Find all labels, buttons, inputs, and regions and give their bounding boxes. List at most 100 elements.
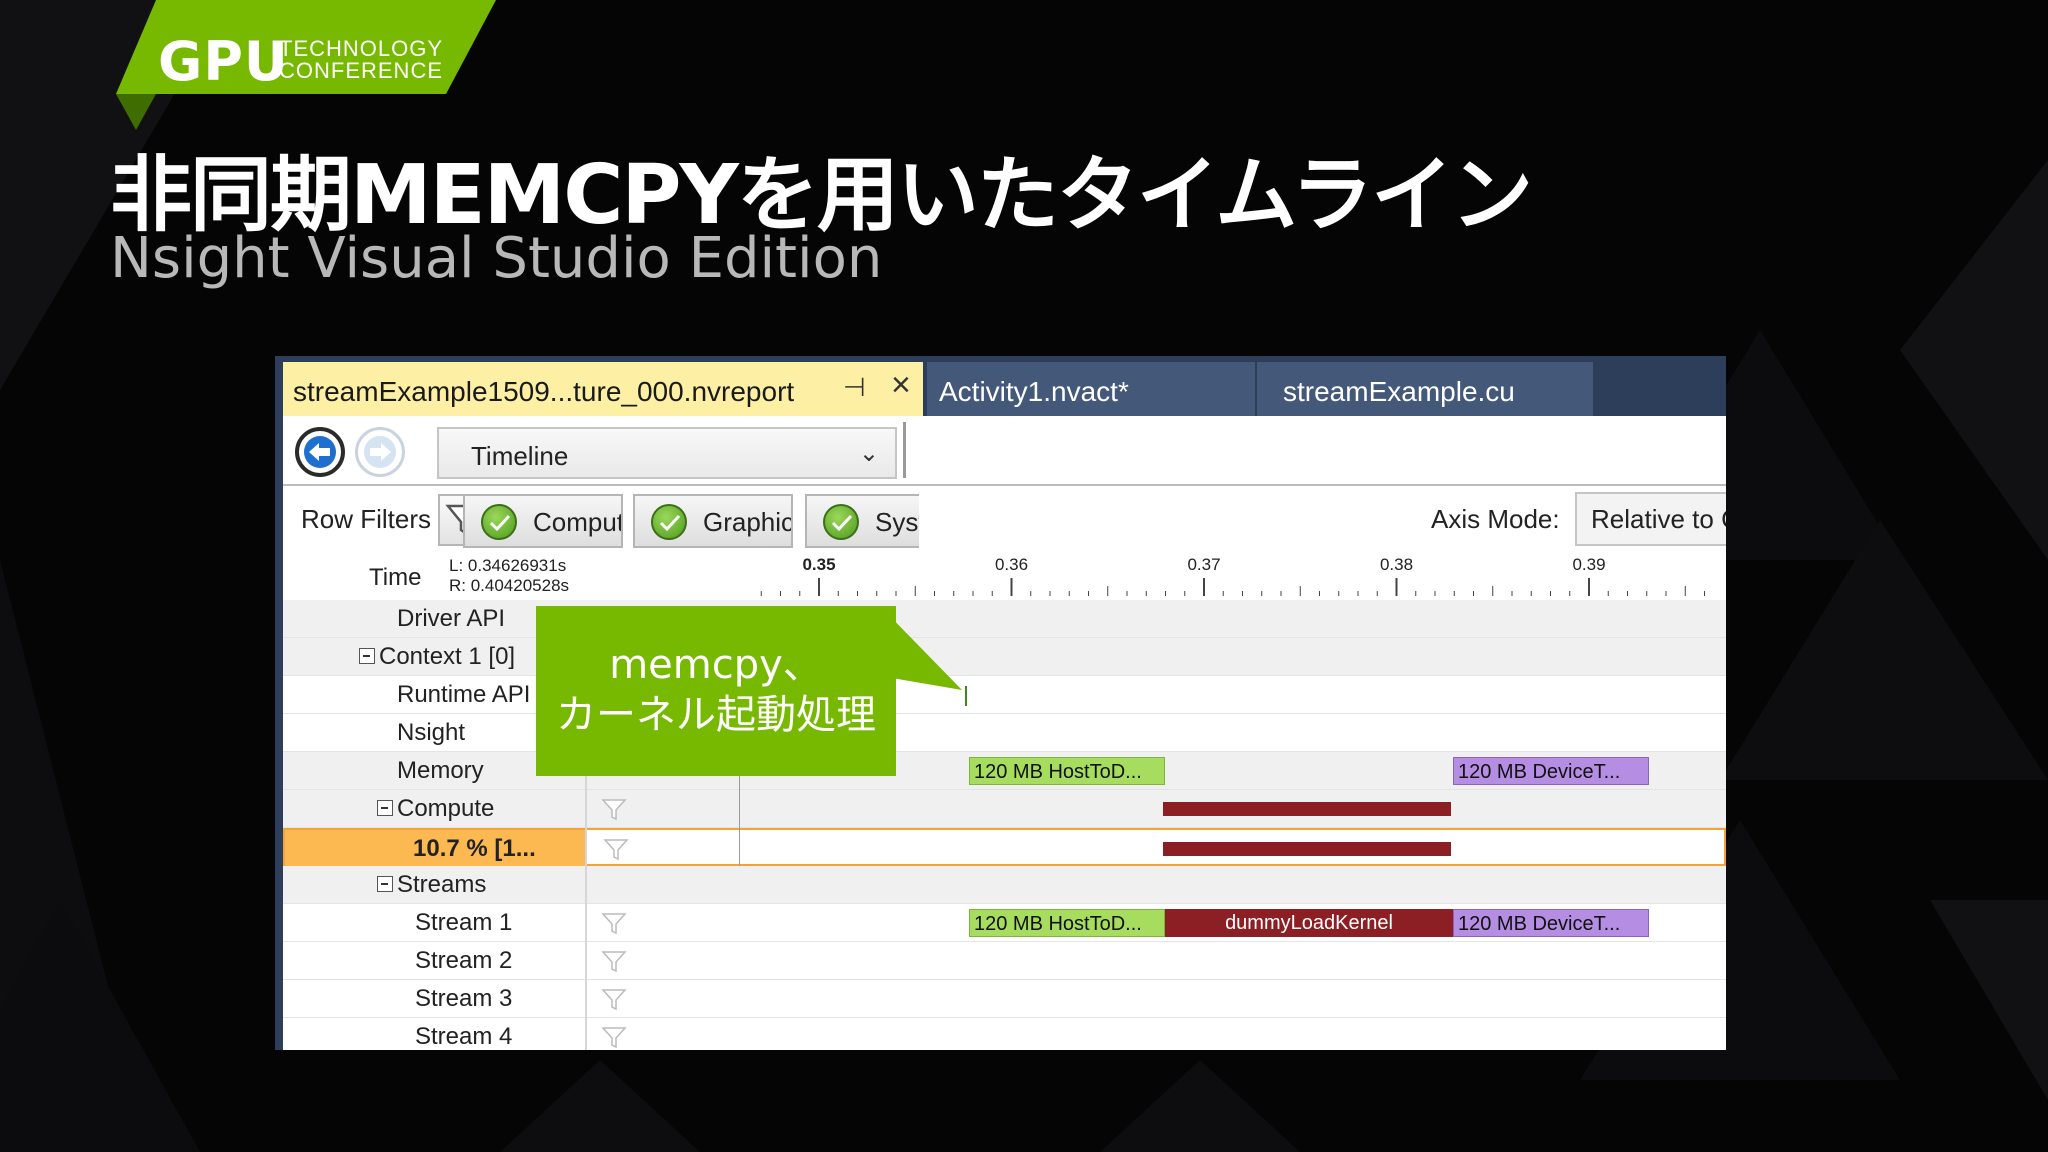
kernel-activity-bar[interactable] — [1163, 842, 1451, 856]
memcpy-dtoh-label: 120 MB DeviceT... — [1458, 761, 1621, 783]
memcpy-htod-label: 120 MB HostToD... — [974, 913, 1142, 935]
funnel-icon[interactable] — [603, 838, 629, 862]
row-label: 10.7 % [1... — [413, 835, 536, 862]
row-filter-cell — [587, 790, 741, 828]
selected-row-label-cell: 10.7 % [1... — [285, 830, 587, 868]
chevron-down-icon: ⌄ — [858, 440, 879, 467]
tick-label: 0.35 — [802, 555, 835, 574]
row-context[interactable]: Context 1 [0] — [283, 638, 1726, 676]
row-stream-2[interactable]: Stream 2 — [283, 942, 1726, 980]
tab-nvreport[interactable]: streamExample1509...ture_000.nvreport ⊣ … — [283, 362, 923, 416]
tab-nvreport-label: streamExample1509...ture_000.nvreport — [293, 376, 795, 407]
funnel-icon[interactable] — [601, 912, 627, 936]
toolbar-divider — [903, 422, 906, 478]
row-label: Runtime API — [397, 681, 531, 708]
forward-button[interactable] — [355, 427, 405, 477]
badge-gpu: GPU — [158, 30, 289, 93]
graphics-filter-label: Graphics — [703, 507, 793, 537]
view-dropdown[interactable]: Timeline ⌄ — [437, 427, 897, 479]
row-label: Stream 3 — [415, 985, 513, 1012]
forward-arrow-icon — [364, 436, 396, 468]
row-filter-cell — [587, 980, 741, 1018]
funnel-icon[interactable] — [601, 1026, 627, 1050]
row-label: Nsight — [397, 719, 466, 746]
row-label: Context 1 [0] — [379, 643, 516, 670]
funnel-icon[interactable] — [601, 798, 627, 822]
view-dropdown-value: Timeline — [471, 441, 569, 471]
filter-bar: Row Filters Compute Graphics System Axis… — [283, 488, 1726, 550]
compute-filter-toggle[interactable]: Compute — [463, 494, 623, 548]
time-label: Time — [369, 564, 422, 591]
memcpy-htod-bar[interactable]: 120 MB HostToD... — [969, 757, 1165, 785]
close-icon[interactable]: × — [891, 366, 911, 405]
row-stream-1[interactable]: Stream 1 120 MB HostToD... dummyLoadKern… — [283, 904, 1726, 942]
row-label: Stream 4 — [415, 1023, 513, 1050]
report-content: Timeline ⌄ Row Filters Compute Graphics — [283, 416, 1726, 1050]
tick-label: 0.37 — [1187, 555, 1220, 574]
checkmark-icon — [651, 504, 687, 540]
tab-activity[interactable]: Activity1.nvact* — [927, 362, 1255, 416]
graphics-filter-toggle[interactable]: Graphics — [633, 494, 793, 548]
tick-label: 0.36 — [995, 555, 1028, 574]
row-compute[interactable]: Compute — [283, 790, 1726, 828]
system-filter-toggle[interactable]: System — [805, 494, 919, 548]
collapse-icon[interactable] — [377, 800, 393, 816]
row-stream-4[interactable]: Stream 4 — [283, 1018, 1726, 1050]
row-filter-cell — [589, 830, 743, 868]
row-kernel-selected[interactable]: 10.7 % [1... — [283, 828, 1726, 868]
collapse-icon[interactable] — [359, 648, 375, 664]
row-label: Compute — [397, 795, 495, 822]
tick-label: 0.39 — [1572, 555, 1605, 574]
row-label: Driver API — [397, 605, 506, 632]
system-filter-label: System — [875, 507, 919, 537]
checkmark-icon — [481, 504, 517, 540]
time-range: L: 0.34626931s R: 0.40420528s — [449, 556, 569, 596]
memcpy-htod-label: 120 MB HostToD... — [974, 761, 1142, 783]
row-label: Stream 2 — [415, 947, 513, 974]
row-label: Memory — [397, 757, 484, 784]
row-streams[interactable]: Streams — [283, 866, 1726, 904]
row-stream-3[interactable]: Stream 3 — [283, 980, 1726, 1018]
funnel-icon[interactable] — [601, 950, 627, 974]
time-left: L: 0.34626931s — [449, 556, 567, 575]
pin-icon[interactable]: ⊣ — [843, 372, 866, 403]
compute-filter-label: Compute — [533, 507, 621, 537]
callout-text: memcpy、 カーネル起動処理 — [536, 640, 896, 740]
tab-source[interactable]: streamExample.cu — [1257, 362, 1593, 416]
collapse-icon[interactable] — [377, 876, 393, 892]
tab-activity-label: Activity1.nvact* — [939, 376, 1129, 407]
gtc-logo-badge: GPU TECHNOLOGY CONFERENCE — [116, 0, 496, 130]
stream1-memcpy-dtoh-bar[interactable]: 120 MB DeviceT... — [1453, 909, 1649, 937]
kernel-label: dummyLoadKernel — [1225, 912, 1393, 934]
checkmark-icon — [823, 504, 859, 540]
column-separator — [585, 752, 587, 1050]
time-ruler-header: 0.35 0.36 0.37 0.38 0.39 Time L: 0.34626931s… — [283, 550, 1726, 600]
stream1-memcpy-htod-bar[interactable]: 120 MB HostToD... — [969, 909, 1165, 937]
row-label: Streams — [397, 871, 487, 898]
row-filters-label: Row Filters — [301, 504, 432, 534]
callout-line2: カーネル起動処理 — [556, 692, 876, 738]
time-right: R: 0.40420528s — [449, 576, 570, 595]
axis-mode-dropdown[interactable]: Relative to Capture — [1575, 492, 1726, 546]
badge-conference: CONFERENCE — [279, 58, 444, 83]
tab-source-label: streamExample.cu — [1283, 376, 1515, 407]
kernel-activity-bar[interactable] — [1163, 802, 1451, 816]
row-memory[interactable]: Memory 120 MB HostToD... 120 MB DeviceT.… — [283, 752, 1726, 790]
memcpy-dtoh-bar[interactable]: 120 MB DeviceT... — [1453, 757, 1649, 785]
row-driver-api[interactable]: Driver API — [283, 600, 1726, 638]
row-runtime-api[interactable]: Runtime API — [283, 676, 1726, 714]
row-filter-cell — [587, 1018, 741, 1050]
row-nsight[interactable]: Nsight — [283, 714, 1726, 752]
timeline-rows: Driver API Context 1 [0] Runtime API Nsi… — [283, 600, 1726, 1050]
stream1-kernel-bar[interactable]: dummyLoadKernel — [1165, 909, 1453, 937]
row-filter-cell — [587, 904, 741, 942]
document-tab-bar: streamExample1509...ture_000.nvreport ⊣ … — [275, 356, 1726, 416]
row-label: Stream 1 — [415, 909, 513, 936]
callout-line1: memcpy、 — [609, 642, 823, 688]
back-arrow-icon — [304, 436, 336, 468]
funnel-icon[interactable] — [601, 988, 627, 1012]
back-button[interactable] — [295, 427, 345, 477]
memcpy-dtoh-label: 120 MB DeviceT... — [1458, 913, 1621, 935]
axis-mode-label: Axis Mode: — [1431, 504, 1560, 534]
slide-subtitle: Nsight Visual Studio Edition — [110, 226, 883, 291]
